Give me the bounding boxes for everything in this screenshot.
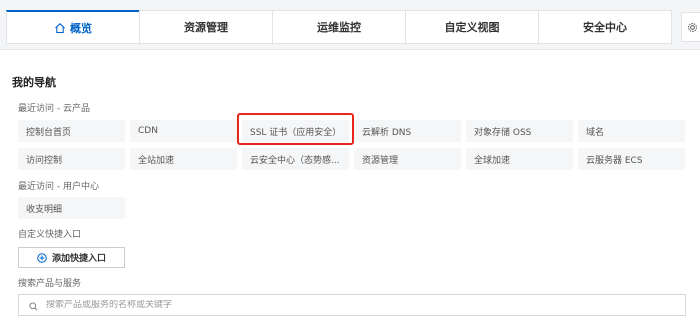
shortcut-resource-management[interactable]: 资源管理 <box>354 148 461 170</box>
my-navigation-panel <box>6 58 700 316</box>
gear-icon <box>687 18 698 37</box>
custom-shortcut-label: 自定义快捷入口 <box>18 230 82 240</box>
shortcut-cdn[interactable]: CDN <box>130 120 237 142</box>
shortcut-access-control[interactable]: 访问控制 <box>18 148 125 170</box>
product-search-box[interactable] <box>18 294 686 316</box>
tab-overview[interactable]: 概览 <box>6 10 140 44</box>
tab-label: 资源管理 <box>184 21 228 34</box>
shortcut-cloud-dns[interactable]: 云解析 DNS <box>354 120 461 142</box>
shortcut-oss[interactable]: 对象存储 OSS <box>466 120 573 142</box>
home-icon <box>54 22 66 34</box>
section-title: 我的导航 <box>12 76 56 89</box>
shortcut-security-center[interactable]: 云安全中心（态势感... <box>242 148 349 170</box>
recent-user-grid: 收支明细 <box>18 197 685 219</box>
tab-label: 安全中心 <box>583 21 627 34</box>
shortcut-ecs[interactable]: 云服务器 ECS <box>578 148 685 170</box>
search-label: 搜索产品与服务 <box>18 279 82 289</box>
search-icon <box>29 296 38 315</box>
shortcut-billing-details[interactable]: 收支明细 <box>18 197 125 219</box>
recent-cloud-label: 最近访问 - 云产品 <box>18 104 90 114</box>
tab-custom-view[interactable]: 自定义视图 <box>405 10 539 44</box>
shortcut-domain[interactable]: 域名 <box>578 120 685 142</box>
shortcut-global-acceleration[interactable]: 全球加速 <box>466 148 573 170</box>
tab-label: 概览 <box>70 21 92 35</box>
recent-cloud-grid: 控制台首页 CDN SSL 证书（应用安全） 云解析 DNS 对象存储 OSS … <box>18 120 685 170</box>
main-tabs: 概览 资源管理 运维监控 自定义视图 安全中心 <box>6 10 672 44</box>
top-tab-bar: 概览 资源管理 运维监控 自定义视图 安全中心 <box>0 0 700 50</box>
shortcut-dcdn[interactable]: 全站加速 <box>130 148 237 170</box>
add-shortcut-button[interactable]: 添加快捷入口 <box>18 247 125 268</box>
settings-button[interactable] <box>681 12 700 42</box>
tab-security-center[interactable]: 安全中心 <box>538 10 672 44</box>
search-input[interactable] <box>46 300 646 310</box>
shortcut-console-home[interactable]: 控制台首页 <box>18 120 125 142</box>
tab-label: 自定义视图 <box>444 21 500 34</box>
tab-label: 运维监控 <box>317 21 361 34</box>
tab-resource-management[interactable]: 资源管理 <box>139 10 273 44</box>
tab-ops-monitoring[interactable]: 运维监控 <box>272 10 406 44</box>
shortcut-ssl-certificate[interactable]: SSL 证书（应用安全） <box>242 120 349 142</box>
add-shortcut-label: 添加快捷入口 <box>51 254 106 264</box>
plus-circle-icon <box>37 252 47 263</box>
recent-user-label: 最近访问 - 用户中心 <box>18 182 99 192</box>
